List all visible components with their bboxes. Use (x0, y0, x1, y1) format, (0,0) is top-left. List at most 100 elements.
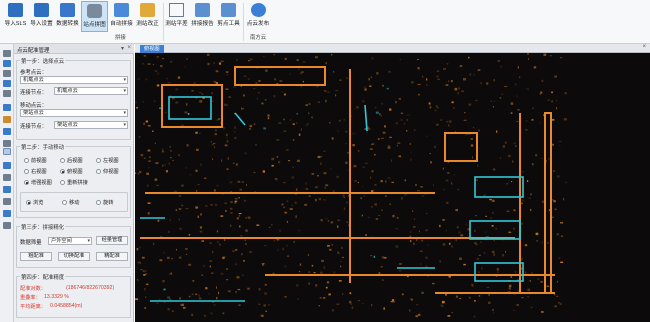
point (234, 126, 237, 129)
tool-icon[interactable] (3, 186, 11, 193)
front-view-radio[interactable]: 前视图 (24, 157, 47, 164)
station-correct-button[interactable]: 测站改正 (135, 1, 160, 31)
ref-cloud-select[interactable]: 机载点云 ▾ (20, 76, 128, 84)
data-convert-button[interactable]: 数据转换 (55, 1, 80, 31)
point (516, 120, 519, 123)
tool-icon[interactable] (3, 104, 11, 111)
move-node-select[interactable]: 架站点云 ▾ (54, 121, 128, 129)
point (375, 218, 379, 220)
point (400, 112, 403, 115)
tab-top-view[interactable]: 俯视图 (140, 45, 164, 53)
point (184, 66, 187, 68)
tool-icon[interactable] (3, 222, 11, 229)
station-correct-label: 测站改正 (136, 21, 159, 27)
tool-icon[interactable] (3, 80, 11, 87)
tool-icon[interactable] (3, 60, 11, 67)
point (411, 81, 414, 84)
browse-mode-radio[interactable]: 浏览 (26, 199, 43, 206)
chevron-down-icon: ▾ (87, 238, 90, 244)
checkbox-label: 重新拼接 (67, 180, 88, 186)
import-settings-button[interactable]: 导入设置 (29, 1, 54, 31)
coarse-register-button[interactable]: 粗配准 (20, 252, 52, 261)
data-filter-select[interactable]: 户外空间 ▾ (48, 237, 92, 245)
close-icon[interactable]: × (642, 44, 646, 50)
tool-icon[interactable] (3, 128, 11, 135)
fine-register-button[interactable]: 精配准 (96, 252, 128, 261)
right-view-radio[interactable]: 右视图 (24, 168, 47, 175)
point (300, 85, 303, 88)
bottom-view-radio[interactable]: 仰视图 (96, 168, 119, 175)
pin-icon[interactable]: ▾ (121, 45, 124, 52)
point (152, 130, 154, 132)
point (218, 291, 220, 295)
station-stitch-button[interactable]: 站点拼图 (81, 1, 108, 32)
point (560, 221, 564, 224)
top-view-radio[interactable]: 俯视图 (60, 168, 83, 175)
point (170, 61, 173, 63)
point (212, 251, 214, 254)
point-cloud-canvas[interactable] (135, 53, 650, 322)
point (540, 280, 543, 283)
point (445, 179, 449, 182)
station-stitch-label: 站点拼图 (83, 22, 106, 28)
point (382, 131, 386, 134)
point-cloud-viewport[interactable] (135, 53, 650, 322)
point (323, 266, 326, 269)
clip-tool-icon (221, 3, 236, 17)
auto-stitch-button[interactable]: 自动拼接 (109, 1, 134, 31)
tool-icon[interactable] (3, 70, 11, 77)
point (524, 244, 528, 247)
close-icon[interactable]: × (127, 45, 131, 51)
tool-icon[interactable] (3, 116, 11, 123)
enhanced-view-checkbox[interactable]: 增强视图 (24, 179, 52, 186)
point (203, 265, 205, 267)
stitch-report-button[interactable]: 拼接报告 (190, 1, 215, 31)
point (302, 80, 304, 83)
point (199, 100, 203, 103)
tool-icon[interactable] (3, 90, 11, 97)
point (420, 262, 422, 266)
tool-icon[interactable] (3, 210, 11, 217)
cloud-publish-button[interactable]: 点云发布 (245, 1, 271, 31)
point (432, 282, 435, 285)
point (278, 161, 281, 164)
point (305, 182, 307, 185)
rotate-mode-radio[interactable]: 旋转 (96, 199, 113, 206)
ref-node-select[interactable]: 机载点云 ▾ (54, 87, 128, 95)
point (491, 250, 495, 254)
back-view-radio[interactable]: 后视图 (60, 157, 83, 164)
point (247, 216, 251, 219)
point (336, 175, 339, 178)
tool-icon[interactable] (3, 140, 11, 147)
move-mode-radio[interactable]: 移动 (62, 199, 79, 206)
tool-icon[interactable] (3, 162, 11, 169)
switch-register-button[interactable]: 切换配准 (58, 252, 90, 261)
point (349, 300, 352, 304)
station-adjust-button[interactable]: 测站平差 (164, 1, 189, 31)
point (143, 157, 146, 159)
point (516, 95, 518, 98)
import-sls-button[interactable]: 导入SLS (3, 1, 28, 31)
point (374, 106, 377, 109)
clip-tool-button[interactable]: 剪点工具 (216, 1, 241, 31)
point (473, 315, 476, 318)
point (156, 184, 159, 187)
manage-button[interactable]: 经量管理 (96, 236, 128, 245)
left-view-radio[interactable]: 左视图 (96, 157, 119, 164)
point (198, 91, 202, 94)
tool-icon[interactable] (3, 50, 11, 57)
tool-icon-active[interactable] (3, 148, 11, 155)
point (137, 279, 139, 281)
point (163, 164, 166, 166)
point (233, 86, 237, 88)
tool-icon[interactable] (3, 174, 11, 181)
point (315, 284, 318, 287)
re-stitch-checkbox[interactable]: 重新拼接 (60, 179, 88, 186)
point (343, 196, 345, 198)
point (186, 103, 188, 106)
point (451, 101, 454, 104)
move-cloud-select[interactable]: 架站点云 ▾ (20, 109, 128, 117)
tool-icon[interactable] (3, 198, 11, 205)
pair-count-value: (186746/822670392) (66, 285, 115, 291)
point (531, 271, 533, 275)
